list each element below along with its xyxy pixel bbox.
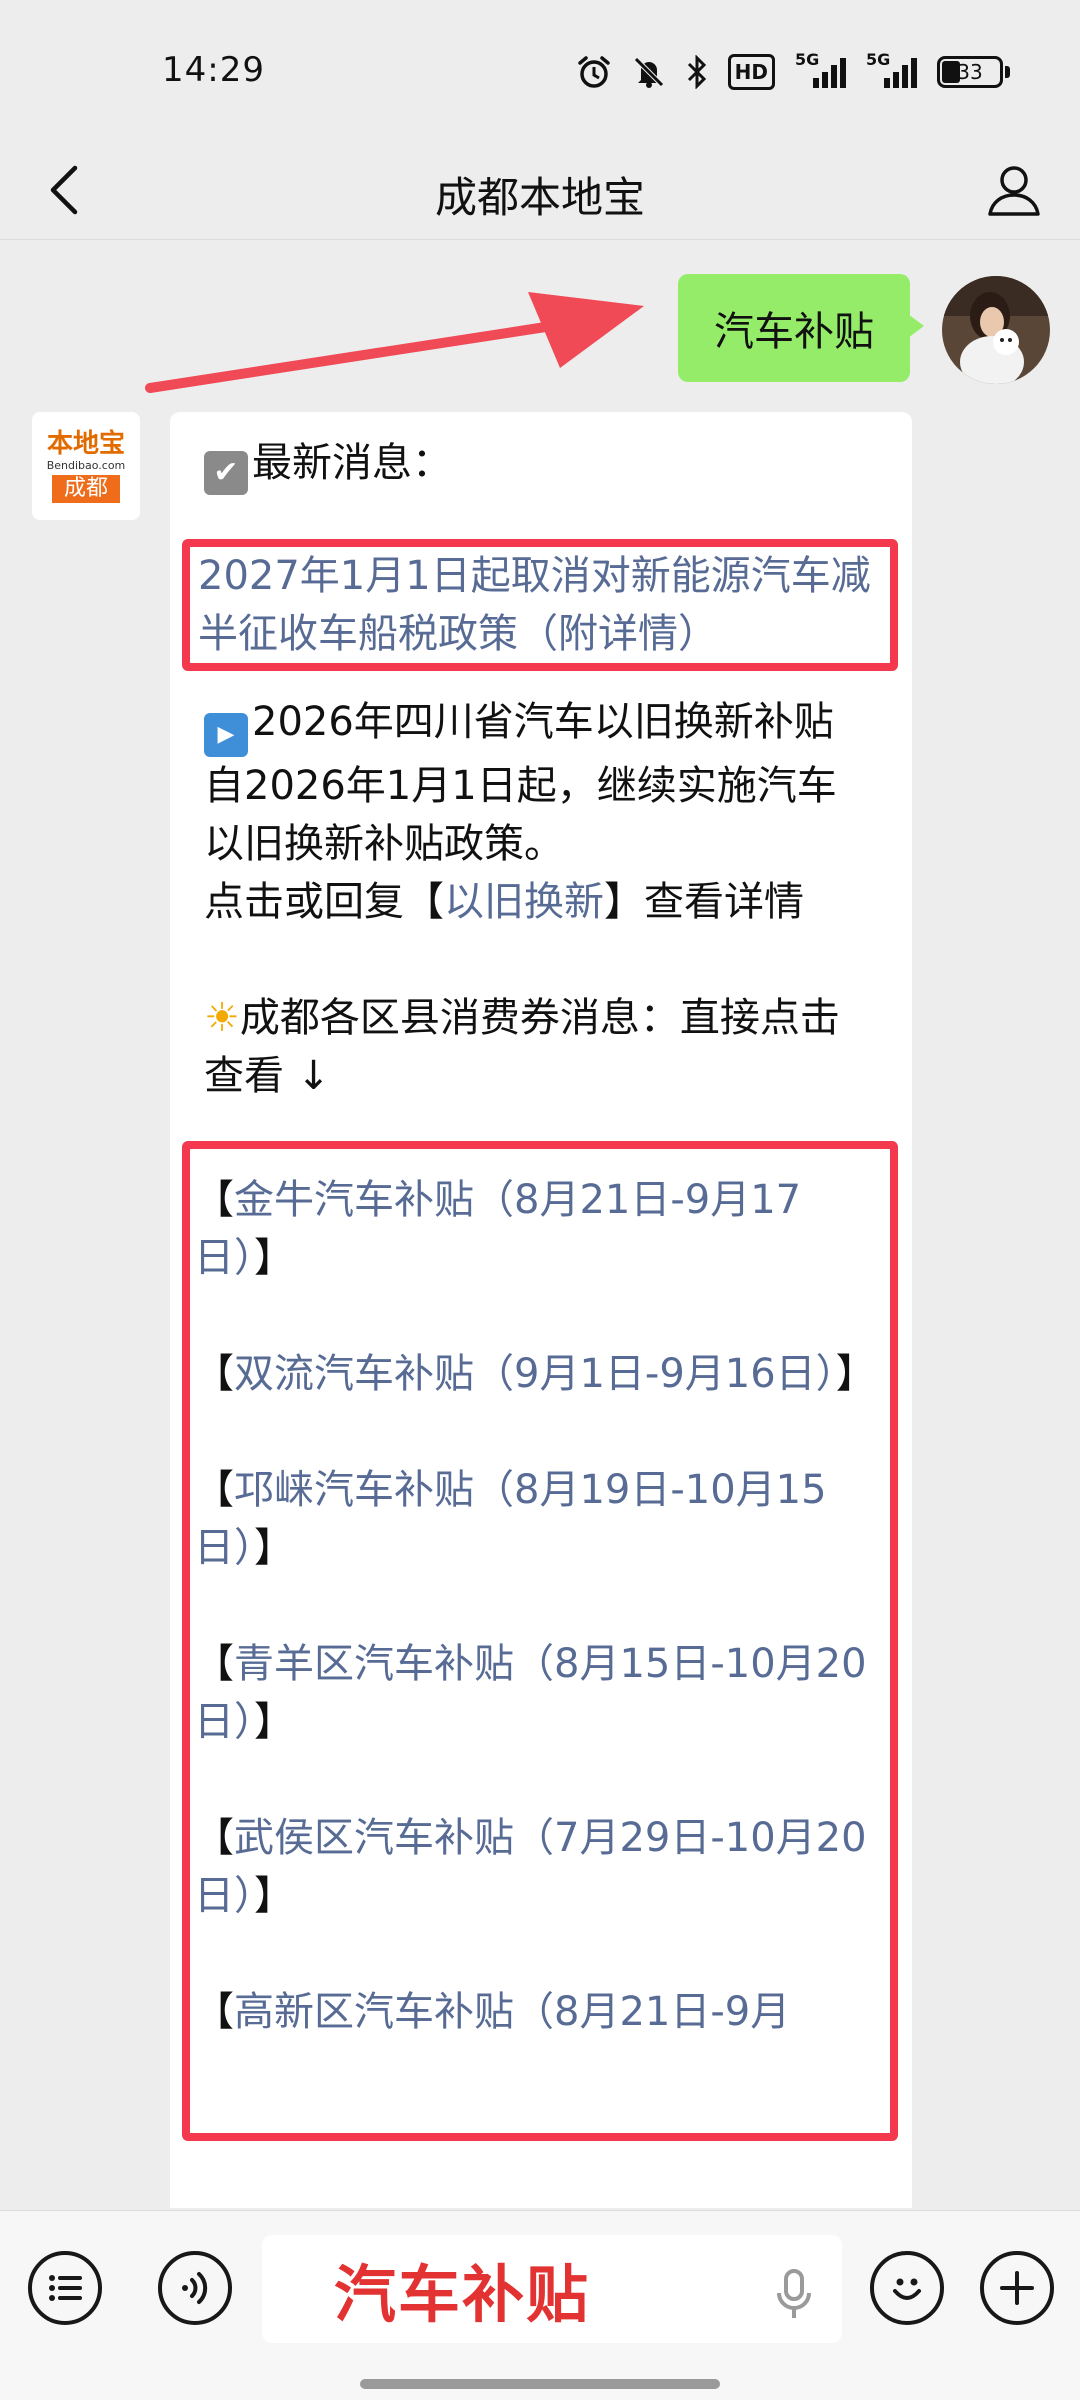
district-subsidy-item[interactable]: 【高新区汽车补贴（8月21日-9月 (194, 1983, 882, 2041)
logo-brand: 本地宝 (46, 429, 125, 459)
sun-emoji-icon: ☀ (204, 995, 240, 1041)
signal-icon: 5G (795, 50, 846, 88)
official-account-avatar[interactable]: 本地宝 Bendibao.com 成都 (32, 412, 140, 520)
plus-button[interactable] (980, 2251, 1054, 2325)
district-subsidy-item[interactable]: 【双流汽车补贴（9月1日-9月16日）】 (194, 1345, 882, 1403)
input-bar: 汽车补贴 (0, 2210, 1080, 2400)
district-subsidy-item[interactable]: 【青羊区汽车补贴（8月15日-10月20日）】 (194, 1635, 882, 1751)
sim2-label: 5G (866, 50, 891, 69)
latest-news-heading: ✔ 最新消息： (204, 434, 876, 495)
tax-policy-link[interactable]: 2027年1月1日起取消对新能源汽车减半征收车船税政策（附详情） (198, 553, 871, 657)
highlight-box-districts: 【金牛汽车补贴（8月21日-9月17日）】 【双流汽车补贴（9月1日-9月16日… (182, 1141, 898, 2141)
play-emoji-icon: ▶ (204, 713, 248, 757)
checkbox-emoji-icon: ✔ (204, 451, 248, 495)
reply-hint: 点击或回复【以旧换新】查看详情 (204, 879, 804, 925)
sichuan-subsidy-body: 自2026年1月1日起，继续实施汽车以旧换新补贴政策。 (204, 763, 837, 867)
status-bar: 14:29 HD 5G 5G 33 (0, 0, 1080, 140)
district-subsidy-item[interactable]: 【邛崃汽车补贴（8月19日-10月15日）】 (194, 1461, 882, 1577)
bluetooth-icon (686, 54, 708, 90)
person-icon (988, 166, 1040, 216)
message-input[interactable]: 汽车补贴 (262, 2235, 842, 2343)
sichuan-subsidy-title: ▶ 2026年四川省汽车以旧换新补贴 (204, 693, 876, 757)
signal-icon: 5G (866, 50, 917, 88)
home-indicator[interactable] (360, 2379, 720, 2389)
logo-domain: Bendibao.com (46, 459, 126, 472)
message-input-value: 汽车补贴 (334, 2258, 591, 2331)
logo-city: 成都 (51, 475, 120, 503)
battery-percent: 33 (957, 60, 983, 84)
chat-area[interactable]: 汽车补贴 本地宝 Bendibao.com 成都 ✔ 最新消息： 2027年1月1… (0, 240, 1080, 2208)
status-icons: HD 5G 5G 33 (576, 50, 1010, 92)
sichuan-subsidy-block: ▶ 2026年四川省汽车以旧换新补贴 自2026年1月1日起，继续实施汽车以旧换新… (204, 693, 876, 931)
district-subsidy-item[interactable]: 【金牛汽车补贴（8月21日-9月17日）】 (194, 1171, 882, 1287)
menu-icon (49, 2275, 82, 2301)
trade-in-link[interactable]: 以旧换新 (444, 879, 604, 925)
mute-icon (632, 54, 666, 90)
emoji-button[interactable] (870, 2251, 944, 2325)
battery-icon: 33 (937, 56, 1010, 88)
user-message-bubble[interactable]: 汽车补贴 (678, 274, 924, 382)
voice-button[interactable] (158, 2251, 232, 2325)
menu-button[interactable] (28, 2251, 102, 2325)
plus-icon (1000, 2271, 1034, 2305)
page-title: 成都本地宝 (434, 173, 645, 222)
hd-voice-icon: HD (727, 54, 775, 90)
alarm-icon (576, 54, 612, 90)
profile-button[interactable] (976, 152, 1052, 228)
status-time: 14:29 (162, 50, 265, 90)
vouchers-heading: ☀成都各区县消费券消息：直接点击查看 ↓ (204, 995, 840, 1099)
user-message-text: 汽车补贴 (714, 309, 874, 355)
reply-message-bubble: ✔ 最新消息： 2027年1月1日起取消对新能源汽车减半征收车船税政策（附详情） … (170, 412, 912, 2208)
title-bar: 成都本地宝 (0, 140, 1080, 240)
highlight-box-tax: 2027年1月1日起取消对新能源汽车减半征收车船税政策（附详情） (182, 539, 898, 671)
user-avatar[interactable] (942, 276, 1050, 384)
mic-icon[interactable] (774, 2265, 814, 2338)
district-subsidy-item[interactable]: 【武侯区汽车补贴（7月29日-10月20日）】 (194, 1809, 882, 1925)
sim1-label: 5G (795, 50, 820, 69)
emoji-icon (893, 2278, 921, 2300)
voice-icon (182, 2272, 208, 2304)
